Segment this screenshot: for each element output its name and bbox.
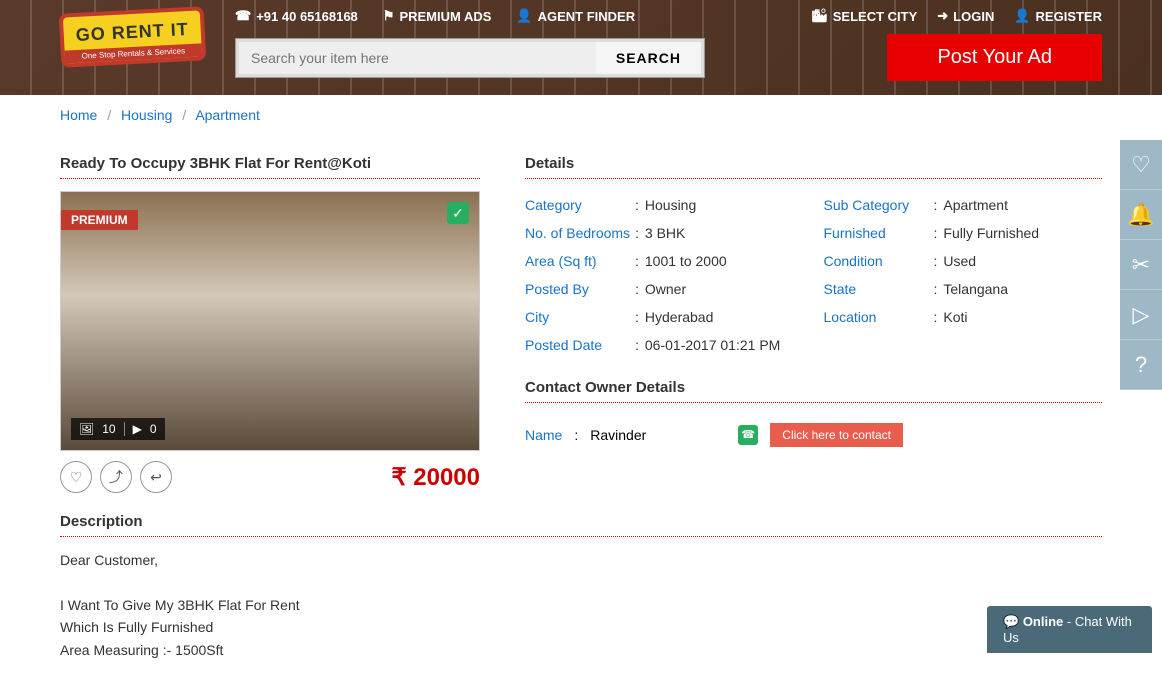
play-tab[interactable]: ▷ xyxy=(1120,290,1162,340)
login-icon: ➜ xyxy=(937,8,948,24)
label-posteddate: Posted Date xyxy=(525,337,635,353)
desc-line4: Area Measuring :- 1500Sft xyxy=(60,639,1102,661)
post-ad-button[interactable]: Post Your Ad xyxy=(887,34,1102,81)
owner-name: Ravinder xyxy=(590,427,646,443)
search-input[interactable] xyxy=(239,42,596,74)
chat-status: Online xyxy=(1023,614,1063,629)
search-wrapper: SEARCH xyxy=(235,38,705,78)
label-bedrooms: No. of Bedrooms xyxy=(525,225,635,241)
phone-contact-icon[interactable]: ☎ xyxy=(738,425,758,445)
alerts-tab[interactable]: 🔔 xyxy=(1120,190,1162,240)
agent-finder-text: AGENT FINDER xyxy=(538,9,636,24)
value-city: Hyderabad xyxy=(645,309,714,325)
header: GO RENT IT One Stop Rentals & Services ☎… xyxy=(0,0,1162,95)
premium-ads-text: PREMIUM ADS xyxy=(399,9,491,24)
description-body: Dear Customer, I Want To Give My 3BHK Fl… xyxy=(60,549,1102,661)
value-posteddate: 06-01-2017 01:21 PM xyxy=(645,337,780,353)
value-location: Koti xyxy=(943,309,967,325)
login-text: LOGIN xyxy=(953,9,994,24)
logo[interactable]: GO RENT IT One Stop Rentals & Services xyxy=(59,6,207,68)
favorite-button[interactable]: ♡ xyxy=(60,461,92,493)
help-tab[interactable]: ? xyxy=(1120,340,1162,390)
value-condition: Used xyxy=(943,253,976,269)
share-button[interactable]: ⤴ xyxy=(100,461,132,493)
value-state: Telangana xyxy=(943,281,1008,297)
value-category: Housing xyxy=(645,197,696,213)
verified-icon: ✓ xyxy=(447,202,469,224)
premium-ribbon: PREMIUM xyxy=(61,210,138,230)
label-location: Location xyxy=(824,309,934,325)
photo-icon: 🖼 xyxy=(79,422,94,436)
breadcrumb-housing[interactable]: Housing xyxy=(121,107,172,123)
listing-title: Ready To Occupy 3BHK Flat For Rent@Koti xyxy=(60,155,480,179)
reply-button[interactable]: ↩ xyxy=(140,461,172,493)
logo-subtitle: One Stop Rentals & Services xyxy=(65,43,202,63)
value-subcategory: Apartment xyxy=(943,197,1008,213)
label-state: State xyxy=(824,281,934,297)
label-postedby: Posted By xyxy=(525,281,635,297)
favorites-tab[interactable]: ♡ xyxy=(1120,140,1162,190)
label-subcategory: Sub Category xyxy=(824,197,934,213)
label-area: Area (Sq ft) xyxy=(525,253,635,269)
value-postedby: Owner xyxy=(645,281,686,297)
details-title: Details xyxy=(525,155,1102,179)
logo-text: GO RENT IT xyxy=(75,19,189,46)
user-icon: 👤 xyxy=(516,8,532,24)
select-city-text: SELECT CITY xyxy=(833,9,918,24)
label-category: Category xyxy=(525,197,635,213)
agent-finder-link[interactable]: 👤 AGENT FINDER xyxy=(516,8,635,24)
listing-image[interactable]: PREMIUM ✓ 🖼 10 ▶ 0 xyxy=(60,191,480,451)
name-label: Name xyxy=(525,427,562,443)
side-tabs: ♡ 🔔 ✂ ▷ ? xyxy=(1120,140,1162,390)
label-condition: Condition xyxy=(824,253,934,269)
description-title: Description xyxy=(60,513,1102,537)
breadcrumb-home[interactable]: Home xyxy=(60,107,97,123)
value-furnished: Fully Furnished xyxy=(943,225,1039,241)
contact-title: Contact Owner Details xyxy=(525,379,1102,403)
chat-widget[interactable]: 💬 Online - Chat With Us xyxy=(987,606,1152,653)
city-icon: 🏙 xyxy=(811,8,828,24)
price: ₹ 20000 xyxy=(391,463,480,492)
phone-link[interactable]: ☎ +91 40 65168168 xyxy=(235,8,358,24)
label-city: City xyxy=(525,309,635,325)
flag-icon: ⚑ xyxy=(383,8,395,24)
select-city-link[interactable]: 🏙 SELECT CITY xyxy=(811,8,917,24)
breadcrumb: Home / Housing / Apartment xyxy=(0,95,1162,135)
register-icon: 👤 xyxy=(1014,8,1030,24)
label-furnished: Furnished xyxy=(824,225,934,241)
desc-line1: Dear Customer, xyxy=(60,549,1102,571)
register-text: REGISTER xyxy=(1036,9,1102,24)
phone-icon: ☎ xyxy=(235,8,251,24)
contact-button[interactable]: Click here to contact xyxy=(770,423,903,447)
photo-count: 10 xyxy=(102,422,115,436)
coupon-tab[interactable]: ✂ xyxy=(1120,240,1162,290)
phone-text: +91 40 65168168 xyxy=(256,9,358,24)
video-count: 0 xyxy=(150,422,157,436)
chat-icon: 💬 xyxy=(1003,614,1019,629)
value-bedrooms: 3 BHK xyxy=(645,225,685,241)
search-button[interactable]: SEARCH xyxy=(596,42,701,74)
register-link[interactable]: 👤 REGISTER xyxy=(1014,8,1102,24)
desc-line3: Which Is Fully Furnished xyxy=(60,616,1102,638)
premium-ads-link[interactable]: ⚑ PREMIUM ADS xyxy=(383,8,492,24)
media-counts: 🖼 10 ▶ 0 xyxy=(71,418,165,440)
value-area: 1001 to 2000 xyxy=(645,253,727,269)
login-link[interactable]: ➜ LOGIN xyxy=(937,8,994,24)
desc-line2: I Want To Give My 3BHK Flat For Rent xyxy=(60,594,1102,616)
video-icon: ▶ xyxy=(133,422,142,436)
breadcrumb-apartment[interactable]: Apartment xyxy=(195,107,260,123)
